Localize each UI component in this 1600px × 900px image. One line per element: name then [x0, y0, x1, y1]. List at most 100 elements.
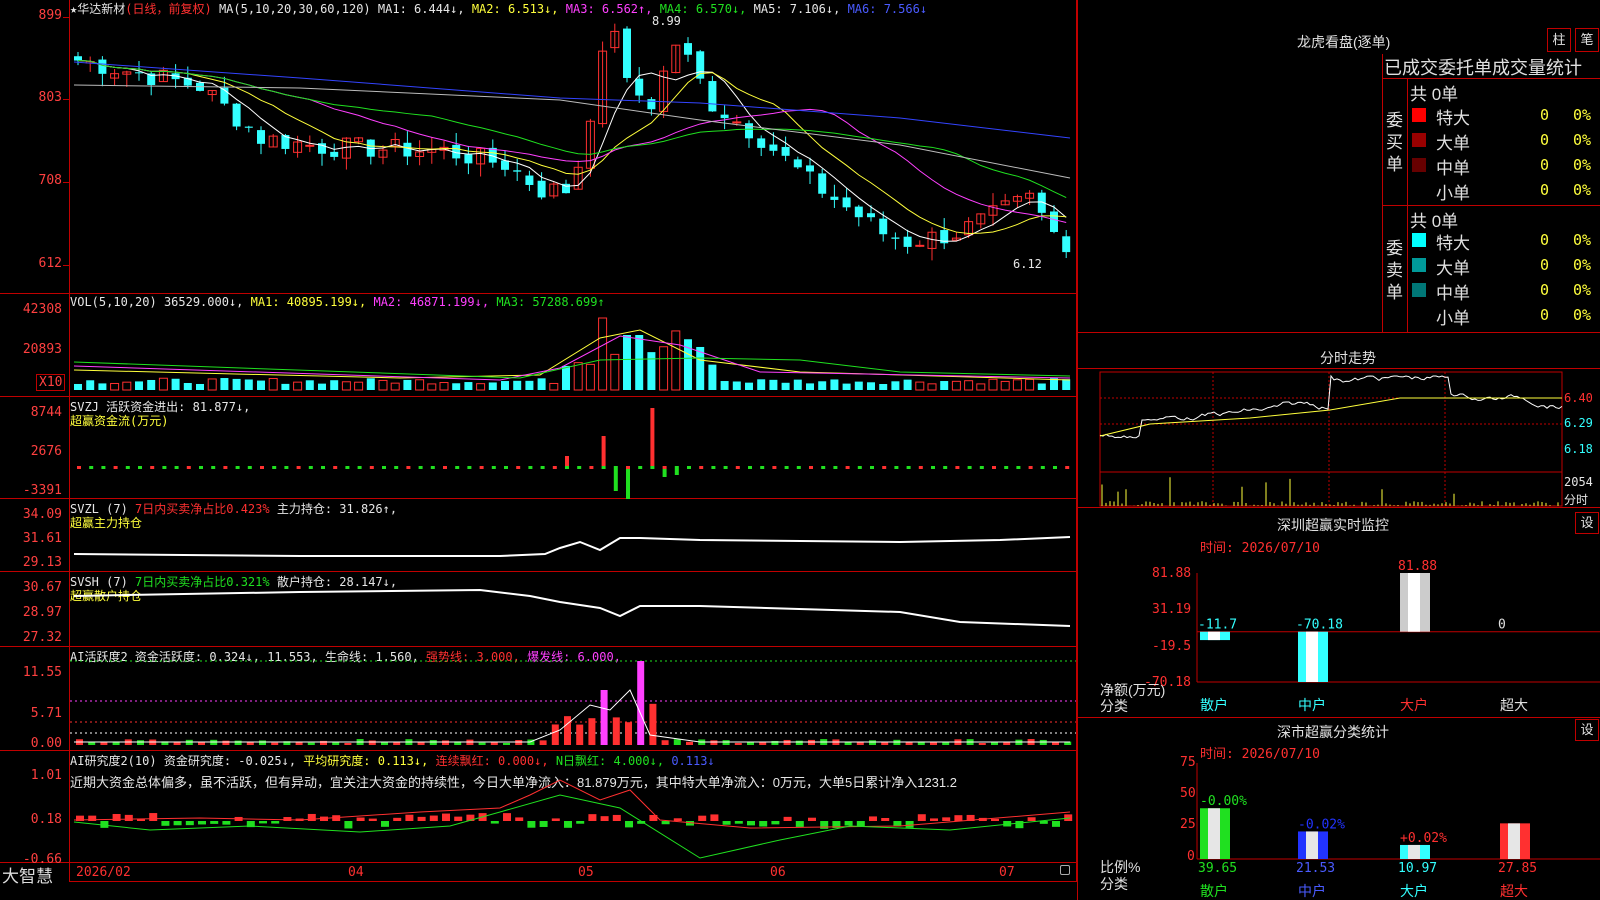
category-pct: 0% [1573, 231, 1592, 249]
svzj-tick [821, 466, 826, 469]
candle-body [720, 114, 729, 119]
sz-stats-settings-button[interactable]: 设 [1575, 719, 1599, 741]
svzj-tick [833, 466, 838, 469]
ai1-bar [722, 740, 730, 745]
ai1-bar [234, 740, 242, 745]
ai2-bar [393, 817, 402, 821]
category-pct: 0% [1573, 131, 1592, 149]
ai2-bar [356, 817, 365, 821]
ai1-bar [137, 740, 144, 745]
category-count: 0 [1540, 231, 1550, 249]
ai1-bar [564, 716, 571, 745]
monitor-category-label: 散户 [1200, 697, 1228, 713]
ai1-bar [198, 742, 205, 745]
volume-bar [951, 380, 961, 391]
volume-bar [769, 379, 778, 390]
candle-body [867, 213, 875, 218]
candle-body [891, 237, 900, 239]
svzj-tick [1053, 466, 1057, 469]
volume-bar [732, 381, 741, 390]
svzj-tick [479, 466, 484, 469]
stats-change-label: -0.02% [1298, 817, 1345, 832]
volume-bar [183, 382, 192, 390]
ai2-bar [368, 818, 377, 821]
volume-bar [330, 380, 339, 390]
ai2-bar [283, 817, 292, 821]
svzj-tick [345, 466, 350, 469]
volume-bar [74, 383, 82, 390]
svzj-bar [601, 436, 606, 466]
volume-bar [927, 383, 937, 391]
volume-bar [988, 378, 998, 391]
svzj-tick [540, 466, 545, 469]
volume-bar [842, 383, 851, 390]
ai2-bar [991, 818, 999, 821]
ai2-bar [185, 821, 194, 826]
svzj-tick [162, 466, 167, 469]
intraday-vol-value: 2054 [1564, 475, 1593, 489]
svzj-tick [174, 466, 179, 469]
svzj-tick [1016, 466, 1021, 469]
svzj-tick [650, 466, 655, 469]
stats-value-label: 10.97 [1398, 861, 1437, 876]
ai1-bar [747, 742, 754, 745]
svzj-tick [735, 466, 740, 469]
stats-change-label: +0.02% [1400, 831, 1447, 846]
candle-body [1062, 236, 1071, 253]
sz-monitor-settings-button[interactable]: 设 [1575, 512, 1599, 534]
stats-bar-highlight [1208, 808, 1220, 859]
ai1-bars [76, 661, 1072, 745]
svzj-tick [77, 466, 81, 469]
ai1-bar [222, 740, 230, 745]
volume-bar [476, 383, 486, 391]
svzj-bar [674, 469, 679, 475]
ai2-bar [588, 814, 597, 821]
ai2-bar [222, 821, 231, 825]
svzj-tick [943, 466, 948, 469]
svzj-tick [491, 466, 496, 469]
monitor-bar-highlight [1208, 631, 1220, 641]
tick-mode-button[interactable]: 笔 [1575, 28, 1599, 52]
ai2-bar [515, 817, 524, 821]
stats-category-label: 超大 [1500, 883, 1528, 899]
ai2-bar [1027, 817, 1036, 821]
left-chart-canvas[interactable] [0, 0, 1077, 900]
ai2-bar [759, 821, 768, 827]
monitor-bar [1200, 631, 1230, 641]
monitor-bar [1298, 631, 1328, 682]
ai1-bar [686, 741, 693, 745]
svzj-tick [699, 466, 704, 469]
candle-body [781, 146, 790, 156]
volume-bar [696, 346, 705, 390]
stats-bar-highlight [1408, 844, 1420, 859]
svzj-tick [723, 466, 728, 469]
sell-side-label: 委卖单 [1386, 239, 1403, 302]
svzj-tick [150, 466, 155, 469]
svzj-tick [955, 466, 960, 469]
ai1-bar [856, 742, 864, 745]
monitor-bar [1400, 573, 1430, 632]
ai2-bar [905, 821, 914, 828]
category-color-swatch [1412, 233, 1426, 247]
monitor-category-label: 中户 [1298, 697, 1326, 713]
ai2-bar [881, 817, 890, 821]
svzj-tick [394, 466, 399, 469]
ai2-bar [869, 816, 877, 821]
category-count: 0 [1540, 156, 1550, 174]
volume-bar [757, 379, 766, 390]
ai2-bar [942, 817, 951, 821]
category-name: 大单 [1436, 259, 1470, 278]
candle-body [305, 144, 315, 147]
svzj-tick [906, 466, 911, 469]
bar-mode-button[interactable]: 柱 [1547, 28, 1571, 52]
stats-category-label: 大户 [1400, 883, 1428, 899]
category-color-swatch [1412, 158, 1426, 172]
category-count: 0 [1540, 131, 1550, 149]
ai1-bar [637, 661, 645, 745]
category-pct: 0% [1573, 181, 1592, 199]
category-count: 0 [1540, 306, 1550, 324]
ai2-bar [722, 821, 731, 825]
sz-stats-cat: 分类 [1100, 876, 1128, 892]
candle-body [854, 206, 863, 218]
candle-body [647, 99, 656, 110]
